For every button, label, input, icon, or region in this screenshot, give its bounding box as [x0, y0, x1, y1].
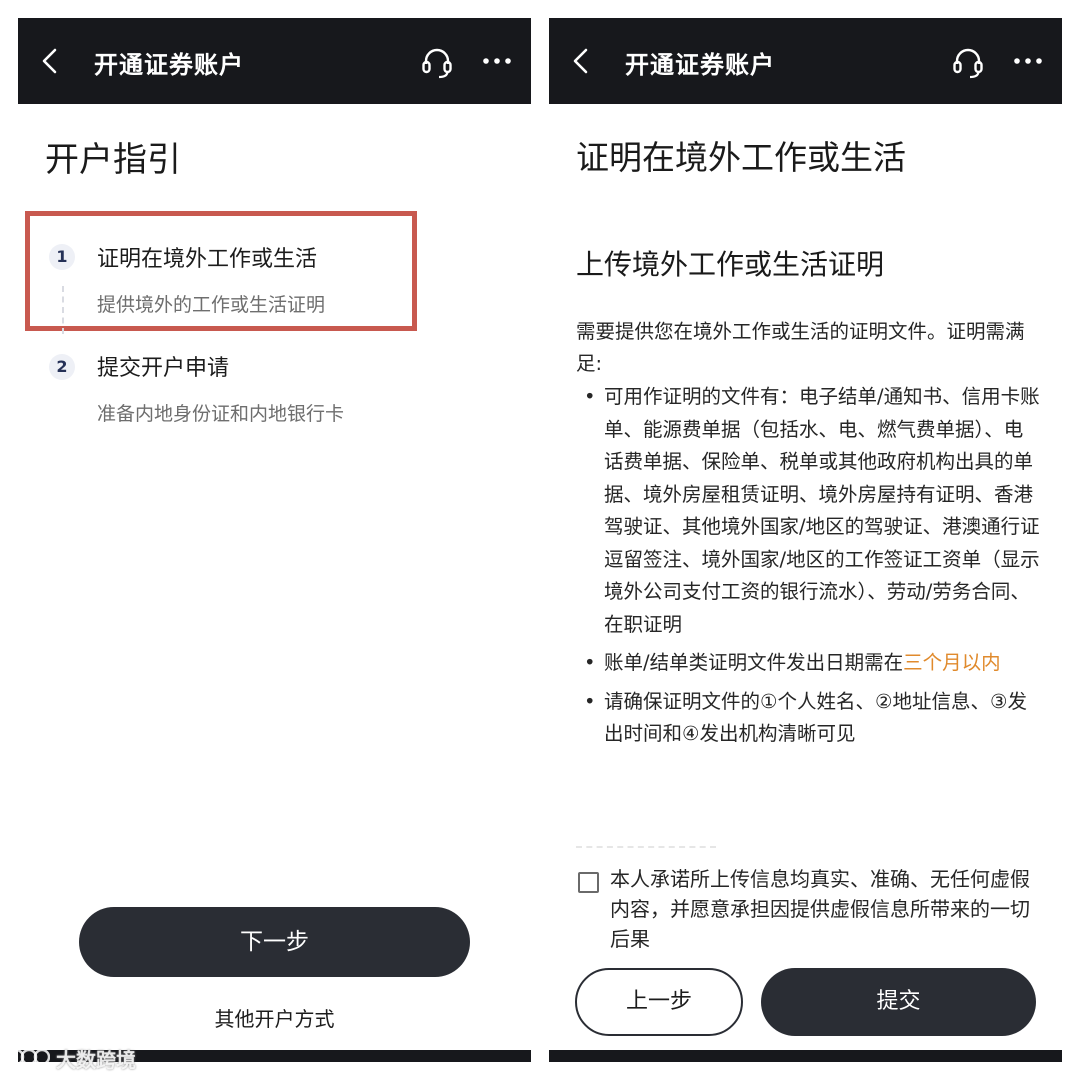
list-item: • 账单/结单类证明文件发出日期需在三个月以内: [584, 647, 1042, 680]
bullet-dot: •: [584, 689, 596, 713]
chevron-left-icon[interactable]: [36, 46, 66, 76]
bullet-dot: •: [584, 385, 596, 408]
requirements-description: 需要提供您在境外工作或生活的证明文件。证明需满足:: [576, 320, 1025, 375]
next-step-button[interactable]: 下一步: [79, 907, 470, 977]
bullet-text: 请确保证明文件的①个人姓名、②地址信息、③发出时间和④发出机构清晰可见: [604, 689, 1027, 746]
watermark-logo-icon: [8, 1048, 50, 1066]
other-methods-link[interactable]: 其他开户方式: [18, 1003, 531, 1032]
step-number-2: 2: [49, 354, 75, 380]
step-number-1: 1: [49, 244, 75, 270]
agreement-text[interactable]: 本人承诺所上传信息均真实、准确、无任何虚假内容，并愿意承担因提供虚假信息所带来的…: [610, 864, 1040, 954]
step-subtitle-2: 准备内地身份证和内地银行卡: [97, 403, 345, 425]
chevron-left-icon[interactable]: [567, 46, 597, 76]
agreement-checkbox[interactable]: [578, 872, 599, 893]
bullet-text: 可用作证明的文件有：电子结单/通知书、信用卡账单、能源费单据（包括水、电、燃气费…: [604, 385, 1040, 636]
submit-button[interactable]: 提交: [761, 968, 1036, 1036]
step-title-1[interactable]: 证明在境外工作或生活: [97, 241, 317, 273]
screen-account-guide: 开通证券账户 开户指引 1 证明在境外工作或生活 提供境外的工作或生活证明 2 …: [18, 18, 531, 1062]
bullet-text: 账单/结单类证明文件发出日期需在: [604, 651, 904, 674]
headset-icon[interactable]: [419, 45, 455, 81]
headset-icon[interactable]: [950, 45, 986, 81]
highlight-text: 三个月以内: [903, 651, 1001, 674]
top-navbar: 开通证券账户: [18, 18, 531, 104]
step-title-2[interactable]: 提交开户申请: [97, 350, 229, 382]
step-connector: [62, 286, 64, 334]
upload-area-edge: [576, 846, 716, 856]
bottom-bar: [549, 1050, 1062, 1062]
list-item: • 可用作证明的文件有：电子结单/通知书、信用卡账单、能源费单据（包括水、电、燃…: [584, 381, 1042, 641]
step-subtitle-1: 提供境外的工作或生活证明: [97, 294, 326, 316]
nav-title: 开通证券账户: [94, 51, 244, 79]
more-dots-icon[interactable]: [480, 48, 514, 74]
page-title: 证明在境外工作或生活: [576, 138, 906, 177]
previous-step-button[interactable]: 上一步: [575, 968, 743, 1036]
more-dots-icon[interactable]: [1011, 48, 1045, 74]
bullet-dot: •: [584, 651, 596, 674]
list-item: • 请确保证明文件的①个人姓名、②地址信息、③发出时间和④发出机构清晰可见: [584, 686, 1042, 751]
watermark-text: 大数跨境: [56, 1048, 136, 1072]
nav-title: 开通证券账户: [625, 51, 775, 79]
requirements-list: • 可用作证明的文件有：电子结单/通知书、信用卡账单、能源费单据（包括水、电、燃…: [584, 381, 1042, 751]
screen-proof-upload: 开通证券账户 证明在境外工作或生活 上传境外工作或生活证明 需要提供您在境外工作…: [549, 18, 1062, 1062]
section-title: 上传境外工作或生活证明: [576, 248, 885, 281]
page-title: 开户指引: [45, 140, 181, 180]
top-navbar: 开通证券账户: [549, 18, 1062, 104]
